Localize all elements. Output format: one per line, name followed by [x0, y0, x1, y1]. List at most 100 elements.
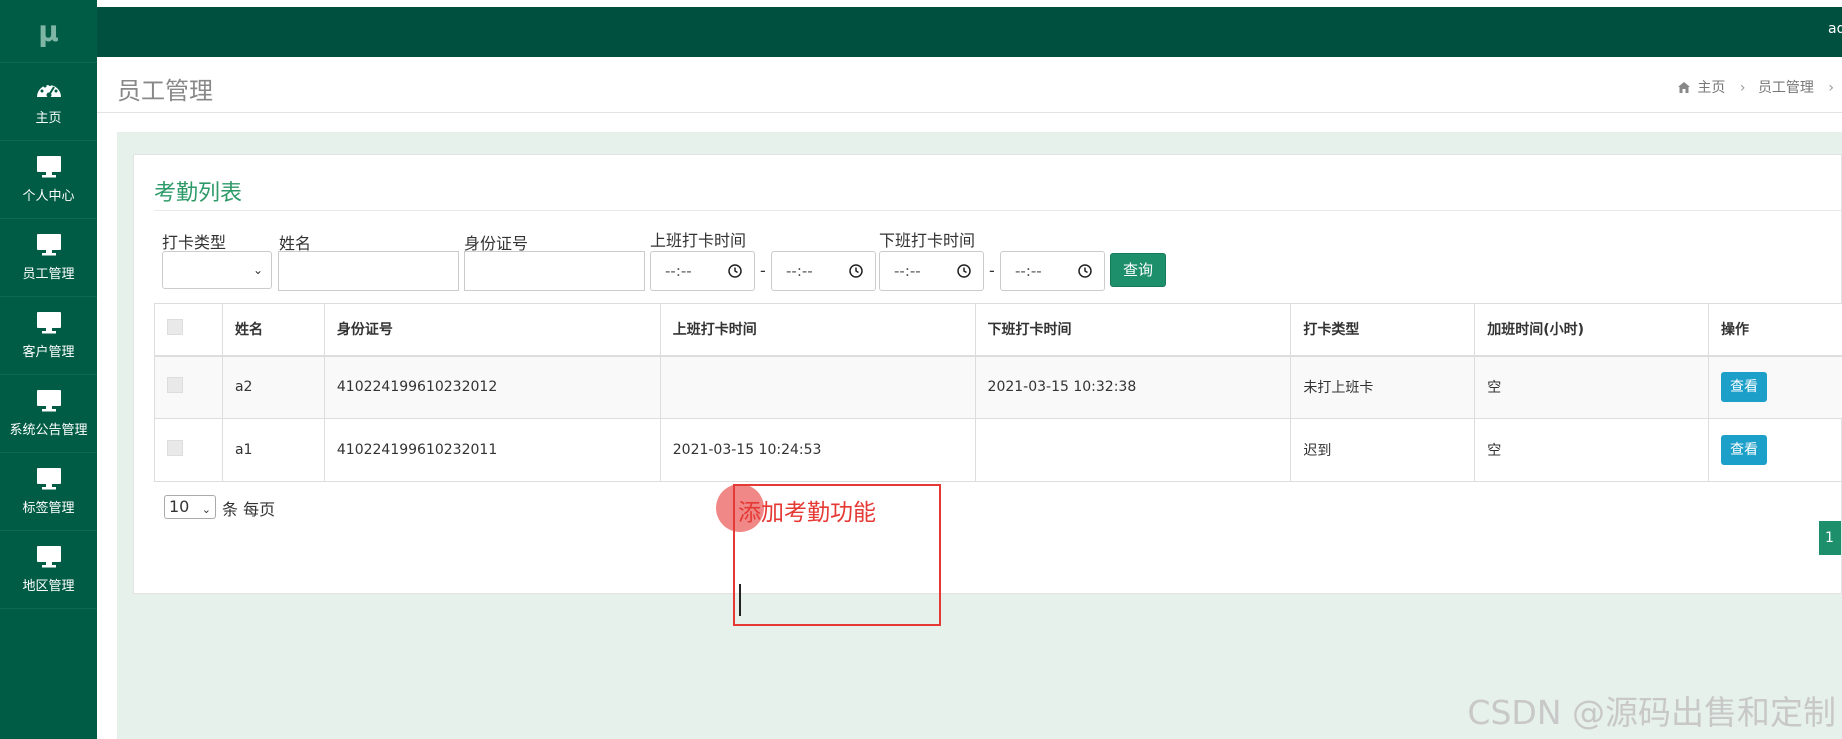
- view-button[interactable]: 查看: [1721, 435, 1768, 465]
- clock-icon: [957, 264, 971, 278]
- breadcrumb: 主页 › 员工管理 ›: [1677, 77, 1842, 97]
- cell-overtime: 空: [1474, 418, 1710, 482]
- name-input[interactable]: [278, 251, 459, 291]
- home-icon: [1677, 82, 1690, 93]
- page-size-value: 10: [169, 497, 190, 516]
- table-header-row: 姓名 身份证号 上班打卡时间 下班打卡时间 打卡类型 加班时间(小时) 操作: [154, 303, 1842, 357]
- sidebar-item-label: 员工管理: [22, 267, 75, 282]
- end-time-from-input[interactable]: --:--: [879, 251, 984, 291]
- cell-overtime: 空: [1474, 355, 1710, 419]
- sidebar-item-customers[interactable]: 客户管理: [0, 297, 97, 375]
- cell-start-time: [659, 355, 976, 419]
- sidebar-item-label: 主页: [35, 111, 62, 126]
- per-page-label: 条 每页: [222, 500, 276, 519]
- cell-type: 迟到: [1290, 418, 1476, 482]
- row-checkbox[interactable]: [167, 440, 183, 456]
- clock-type-select[interactable]: ⌄: [162, 251, 272, 289]
- range-separator: -: [989, 261, 995, 280]
- logo[interactable]: μ: [0, 0, 97, 63]
- content-area: 考勤列表 打卡类型 ⌄ 姓名 身份证号 上班打卡时间 --:-- - --:--…: [117, 132, 1842, 739]
- cell-action: 查看: [1708, 355, 1842, 419]
- page-title: 员工管理: [117, 77, 213, 105]
- row-checkbox[interactable]: [167, 377, 183, 394]
- cell-id: 410224199610232012: [323, 355, 661, 419]
- query-button[interactable]: 查询: [1110, 253, 1167, 287]
- cell-action: 查看: [1708, 418, 1842, 482]
- attendance-panel: 考勤列表 打卡类型 ⌄ 姓名 身份证号 上班打卡时间 --:-- - --:--…: [133, 154, 1842, 594]
- dashboard-icon: [36, 83, 61, 98]
- view-button[interactable]: 查看: [1721, 372, 1768, 403]
- breadcrumb-home[interactable]: 主页: [1697, 80, 1725, 96]
- cell-id: 410224199610232011: [323, 418, 661, 482]
- page-button-current[interactable]: 1: [1819, 521, 1841, 555]
- monitor-icon: [36, 390, 61, 412]
- sidebar-item-home[interactable]: 主页: [0, 63, 97, 141]
- cell-type: 未打上班卡: [1290, 355, 1476, 419]
- column-header[interactable]: 上班打卡时间: [659, 303, 976, 357]
- time-placeholder: --:--: [1015, 262, 1042, 280]
- column-header[interactable]: 身份证号: [323, 303, 661, 357]
- column-header[interactable]: 下班打卡时间: [974, 303, 1292, 357]
- cell-end-time: [974, 418, 1292, 482]
- monitor-icon: [36, 468, 61, 490]
- monitor-icon: [36, 546, 61, 568]
- cell-end-time: 2021-03-15 10:32:38: [974, 355, 1292, 419]
- clock-icon: [849, 264, 863, 278]
- monitor-icon: [36, 156, 61, 178]
- attendance-table: 姓名 身份证号 上班打卡时间 下班打卡时间 打卡类型 加班时间(小时) 操作 a…: [154, 303, 1842, 482]
- range-separator: -: [760, 261, 766, 280]
- row-select-cell: [154, 418, 223, 482]
- row-select-cell: [154, 355, 223, 419]
- time-placeholder: --:--: [786, 262, 813, 280]
- sidebar-item-profile[interactable]: 个人中心: [0, 141, 97, 219]
- panel-title: 考勤列表: [154, 181, 243, 206]
- chevron-down-icon: ⌄: [201, 503, 211, 516]
- end-time-label: 下班打卡时间: [879, 231, 976, 250]
- sidebar-item-announcements[interactable]: 系统公告管理: [0, 375, 97, 453]
- breadcrumb-section[interactable]: 员工管理: [1758, 80, 1814, 96]
- watermark: CSDN @源码出售和定制: [1467, 693, 1836, 732]
- clock-icon: [1078, 264, 1092, 278]
- sidebar-item-tags[interactable]: 标签管理: [0, 453, 97, 531]
- column-header[interactable]: 加班时间(小时): [1474, 303, 1710, 357]
- end-time-to-input[interactable]: --:--: [1000, 251, 1105, 291]
- id-number-input[interactable]: [464, 251, 645, 291]
- page-size-select[interactable]: 10 ⌄: [164, 495, 216, 519]
- breadcrumb-separator: ›: [1739, 80, 1746, 96]
- start-time-to-input[interactable]: --:--: [771, 251, 876, 291]
- top-bar: ad: [97, 7, 1842, 57]
- column-header: 操作: [1708, 303, 1842, 357]
- time-placeholder: --:--: [665, 262, 692, 280]
- text-caret: [739, 584, 741, 616]
- select-all-checkbox[interactable]: [167, 319, 183, 336]
- table-row: a2 410224199610232012 2021-03-15 10:32:3…: [154, 355, 1842, 419]
- column-header[interactable]: 姓名: [221, 303, 325, 357]
- monitor-icon: [36, 234, 61, 256]
- sidebar-item-employees[interactable]: 员工管理: [0, 219, 97, 297]
- sidebar: μ 主页 个人中心 员工管理 客户管理 系统公告管理 标签管理 地区管理: [0, 0, 97, 739]
- sidebar-item-label: 客户管理: [22, 345, 75, 360]
- user-menu[interactable]: ad: [1828, 21, 1842, 37]
- sidebar-item-label: 标签管理: [22, 501, 75, 516]
- sidebar-item-label: 系统公告管理: [9, 423, 88, 438]
- start-time-from-input[interactable]: --:--: [650, 251, 755, 291]
- select-all-cell: [154, 303, 223, 357]
- breadcrumb-separator: ›: [1828, 80, 1834, 96]
- sidebar-item-label: 个人中心: [22, 189, 75, 204]
- time-placeholder: --:--: [894, 262, 921, 280]
- divider: [154, 210, 1841, 211]
- clock-icon: [728, 264, 742, 278]
- cell-name: a2: [221, 355, 325, 419]
- annotation-text: 添加考勤功能: [738, 500, 876, 526]
- monitor-icon: [36, 312, 61, 334]
- chevron-down-icon: ⌄: [252, 263, 263, 277]
- cell-start-time: 2021-03-15 10:24:53: [659, 418, 976, 482]
- clock-type-label: 打卡类型: [162, 233, 227, 252]
- page-header: 员工管理 主页 › 员工管理 ›: [97, 57, 1842, 113]
- cell-name: a1: [221, 418, 325, 482]
- start-time-label: 上班打卡时间: [650, 231, 747, 250]
- sidebar-item-label: 地区管理: [22, 579, 75, 594]
- table-row: a1 410224199610232011 2021-03-15 10:24:5…: [154, 418, 1842, 482]
- sidebar-item-regions[interactable]: 地区管理: [0, 531, 97, 609]
- column-header[interactable]: 打卡类型: [1290, 303, 1476, 357]
